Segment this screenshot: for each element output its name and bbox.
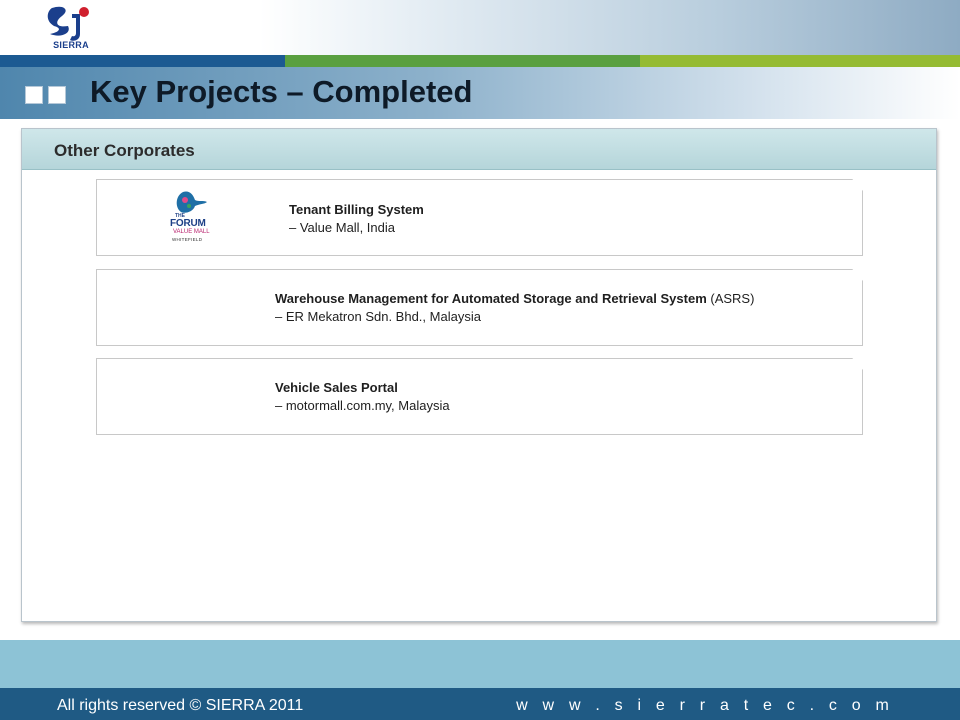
project-name-suffix: (ASRS) [706,291,755,306]
forum-logo-text: WHITEFIELD [172,237,203,242]
panel-header: Other Corporates [22,129,936,170]
project-name: Warehouse Management for Automated Stora… [275,291,707,306]
accent-stripe-blue [0,55,285,67]
logo-wordmark: SIERRA [53,40,89,50]
project-card-tenant-billing: THE FORUM VALUE MALL WHITEFIELD Tenant B… [96,179,863,256]
project-text: Vehicle Sales Portal – motormall.com.my,… [275,379,450,415]
project-text: Warehouse Management for Automated Stora… [275,290,754,326]
project-text: Tenant Billing System – Value Mall, Indi… [289,201,424,237]
bullet-square-icon [26,87,42,103]
copyright-text: All rights reserved © SIERRA 2011 [57,697,304,714]
project-client: – Value Mall, India [289,220,395,235]
project-name: Vehicle Sales Portal [275,380,398,395]
header [0,0,960,55]
content-panel: Other Corporates THE FORUM VALUE MALL WH… [21,128,937,622]
project-client: – motormall.com.my, Malaysia [275,398,450,413]
project-card-warehouse: Warehouse Management for Automated Stora… [96,269,863,346]
footer-band [0,640,960,688]
forum-logo-text: VALUE MALL [173,229,210,235]
forum-logo-text: FORUM [170,218,206,229]
panel-title: Other Corporates [54,141,195,160]
project-card-vehicle-sales: Vehicle Sales Portal – motormall.com.my,… [96,358,863,435]
bullet-square-icon [49,87,65,103]
project-client: – ER Mekatron Sdn. Bhd., Malaysia [275,309,481,324]
accent-stripe-green [285,55,640,67]
accent-stripe-lime [640,55,960,67]
page-title: Key Projects – Completed [90,74,473,109]
website-text: w w w . s i e r r a t e c . c o m [516,697,894,714]
project-name: Tenant Billing System [289,202,424,217]
project-name-line: Warehouse Management for Automated Stora… [275,290,754,308]
